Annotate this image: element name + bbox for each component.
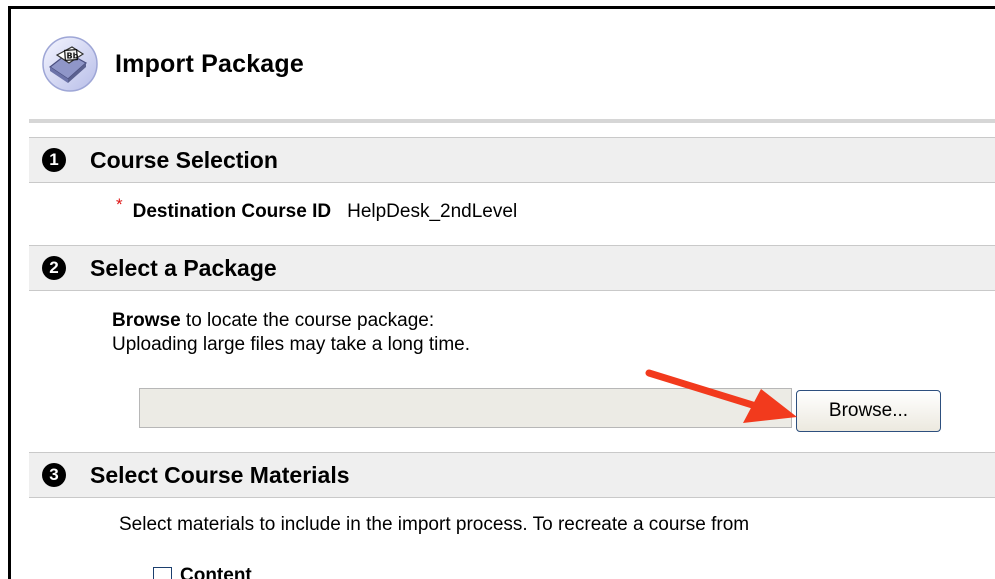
section-select-materials: 3 Select Course Materials (29, 452, 995, 498)
step-3-badge: 3 (42, 463, 66, 487)
page-title: Import Package (115, 49, 304, 78)
upload-time-note: Uploading large files may take a long ti… (112, 334, 471, 355)
package-import-icon: Bb (42, 36, 98, 92)
destination-course-row: * Destination Course ID HelpDesk_2ndLeve… (116, 195, 518, 223)
browse-instruction-text: to locate the course package: (180, 310, 435, 331)
title-divider (29, 119, 995, 123)
step-1-badge: 1 (42, 148, 66, 172)
section-course-selection: 1 Course Selection (29, 137, 995, 183)
section-title-select-package: Select a Package (90, 254, 277, 281)
content-option-label: Content (180, 565, 252, 579)
browse-button[interactable]: Browse... (796, 390, 941, 432)
section-select-package: 2 Select a Package (29, 245, 995, 291)
content-option: Content (153, 565, 252, 579)
required-indicator: * (116, 195, 123, 214)
step-2-badge: 2 (42, 256, 66, 280)
red-arrow-annotation (645, 369, 797, 423)
browse-instruction-emphasis: Browse (112, 310, 181, 331)
content-checkbox[interactable] (153, 566, 172, 579)
section-title-select-materials: Select Course Materials (90, 461, 350, 488)
destination-course-label: Destination Course ID (132, 201, 332, 222)
destination-course-value: HelpDesk_2ndLevel (347, 201, 518, 222)
section-title-course-selection: Course Selection (90, 146, 278, 173)
import-package-frame: Bb Import Package 1 Course Selection * D… (8, 6, 995, 579)
browse-instruction: Browse to locate the course package: (112, 309, 470, 333)
page-header: Bb Import Package (41, 29, 304, 99)
package-instructions: Browse to locate the course package: Upl… (112, 309, 470, 357)
materials-description: Select materials to include in the impor… (119, 514, 750, 535)
svg-text:Bb: Bb (67, 52, 79, 61)
